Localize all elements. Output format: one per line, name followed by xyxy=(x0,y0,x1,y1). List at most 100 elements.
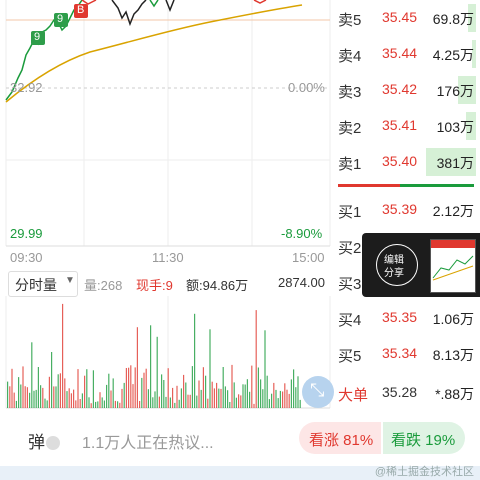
volume-bar xyxy=(20,384,22,408)
expand-chart-button[interactable]: ⤡ xyxy=(302,376,334,408)
volume-bar xyxy=(95,401,97,408)
volume-bar xyxy=(282,391,284,408)
volume-bar xyxy=(22,366,24,408)
volume-bar xyxy=(253,403,255,408)
volume-bar xyxy=(251,365,253,408)
volume-indicator-select[interactable]: 分时量 ▼ xyxy=(8,271,78,297)
volume-bar xyxy=(150,325,152,408)
bid-row-4[interactable]: 买4 35.35 1.06万 xyxy=(332,300,480,336)
bearish-vote-button[interactable]: 看跌 19% xyxy=(383,422,465,454)
ask-row-1[interactable]: 卖1 35.40 381万 xyxy=(332,144,480,180)
volume-bar xyxy=(216,382,218,408)
bid-row-1[interactable]: 买1 35.39 2.12万 xyxy=(332,192,480,228)
thumbnail-chart xyxy=(432,255,474,281)
volume-bar xyxy=(77,369,79,408)
volume-bar xyxy=(246,379,248,408)
volume-bar xyxy=(224,386,226,408)
big-order-price: 35.28 xyxy=(382,384,418,400)
volume-indicator-label: 分时量 xyxy=(15,277,57,293)
volume-bar xyxy=(220,388,222,408)
current-hand: 现手:9 xyxy=(136,278,173,293)
bid-price: 35.39 xyxy=(382,201,418,217)
thumbnail-header xyxy=(431,240,475,248)
volume-bar xyxy=(97,401,99,408)
volume-bar xyxy=(183,374,185,408)
volume-bar xyxy=(205,375,207,408)
volume-bar xyxy=(119,402,121,408)
volume-bar xyxy=(202,367,204,408)
volume-bar xyxy=(238,394,240,408)
order-book: 卖5 35.45 69.8万 卖4 35.44 4.25万 卖3 35.42 1… xyxy=(332,0,480,410)
volume-bar xyxy=(15,400,17,408)
volume-bar xyxy=(198,380,200,408)
volume-bar xyxy=(286,389,288,408)
volume-bar xyxy=(227,390,229,408)
prev-close-pct: 0.00% xyxy=(288,80,325,95)
ask-side-label: 卖5 xyxy=(338,12,362,29)
volume-bar xyxy=(255,310,257,408)
turnover-amount: 额:94.86万 xyxy=(186,278,249,293)
trade-marker-9[interactable]: 9 xyxy=(31,31,45,45)
ask-row-3[interactable]: 卖3 35.42 176万 xyxy=(332,72,480,108)
low-price: 29.99 xyxy=(10,226,43,241)
watermark: @稀土掘金技术社区 xyxy=(374,466,474,478)
bid-row-5[interactable]: 买5 35.34 8.13万 xyxy=(332,336,480,372)
volume-bar xyxy=(141,377,143,408)
volume-bar xyxy=(90,403,92,408)
trade-marker-label: 9 xyxy=(57,13,64,25)
volume-bar xyxy=(249,391,251,408)
volume-bar xyxy=(35,389,37,408)
volume-bar xyxy=(7,381,9,408)
volume-bar xyxy=(145,368,147,408)
volume-bar xyxy=(13,392,15,408)
trade-marker-9[interactable]: 9 xyxy=(54,13,68,27)
bullish-vote-button[interactable]: 看涨 81% xyxy=(299,422,381,454)
screenshot-share-popup[interactable]: 编辑 分享 xyxy=(362,233,480,297)
screenshot-thumbnail[interactable] xyxy=(430,239,476,293)
ask-volume: 69.8万 xyxy=(432,11,474,27)
danmu-toggle-button[interactable]: 弹 xyxy=(24,426,64,452)
volume-bar xyxy=(187,394,189,408)
ask-row-4[interactable]: 卖4 35.44 4.25万 xyxy=(332,36,480,72)
volume-bar xyxy=(103,400,105,408)
big-order-row[interactable]: 大单 35.28 *.88万 xyxy=(332,375,480,411)
volume-bar xyxy=(277,398,279,408)
ask-row-5[interactable]: 卖5 35.45 69.8万 xyxy=(332,0,480,36)
volume-bar xyxy=(213,388,215,408)
volume-bar xyxy=(154,391,156,408)
volume-bar xyxy=(165,396,167,408)
volume-bar xyxy=(279,390,281,408)
ask-volume: 176万 xyxy=(436,83,474,99)
ask-volume: 381万 xyxy=(436,155,474,171)
volume-bar xyxy=(172,387,174,408)
ask-side-label: 卖4 xyxy=(338,48,362,65)
volume-bar xyxy=(275,389,277,408)
volume-bar xyxy=(31,342,33,408)
ask-row-2[interactable]: 卖2 35.41 103万 xyxy=(332,108,480,144)
volume-bar xyxy=(293,369,295,408)
trade-marker-b[interactable]: B xyxy=(74,4,88,18)
volume-bar xyxy=(64,378,66,408)
discussion-prompt[interactable]: 1.1万人正在热议... xyxy=(82,429,214,453)
volume-bar xyxy=(185,382,187,408)
volume-bar xyxy=(169,397,171,408)
volume-bar xyxy=(163,380,165,408)
bid-price: 35.34 xyxy=(382,345,418,361)
big-order-volume: *.88万 xyxy=(435,386,474,402)
volume-bar xyxy=(75,400,77,408)
trade-marker-label: B xyxy=(77,4,85,16)
bid-side-label: 买1 xyxy=(338,204,362,221)
bid-volume: 8.13万 xyxy=(432,347,474,363)
ask-price: 35.42 xyxy=(382,81,418,97)
intraday-chart[interactable]: 9 9 B 32.92 0.00% 29.99 -8.90% xyxy=(0,0,332,250)
volume-bar xyxy=(200,389,202,408)
volume-bar xyxy=(290,379,292,408)
bid-side-label: 买5 xyxy=(338,348,362,365)
volume-bar xyxy=(24,386,26,408)
volume-bar xyxy=(44,398,46,408)
ask-side-label: 卖1 xyxy=(338,156,362,173)
ask-price: 35.41 xyxy=(382,117,418,133)
volume-chart xyxy=(5,296,331,409)
volume-bar xyxy=(106,384,108,408)
volume-bar xyxy=(53,386,55,408)
